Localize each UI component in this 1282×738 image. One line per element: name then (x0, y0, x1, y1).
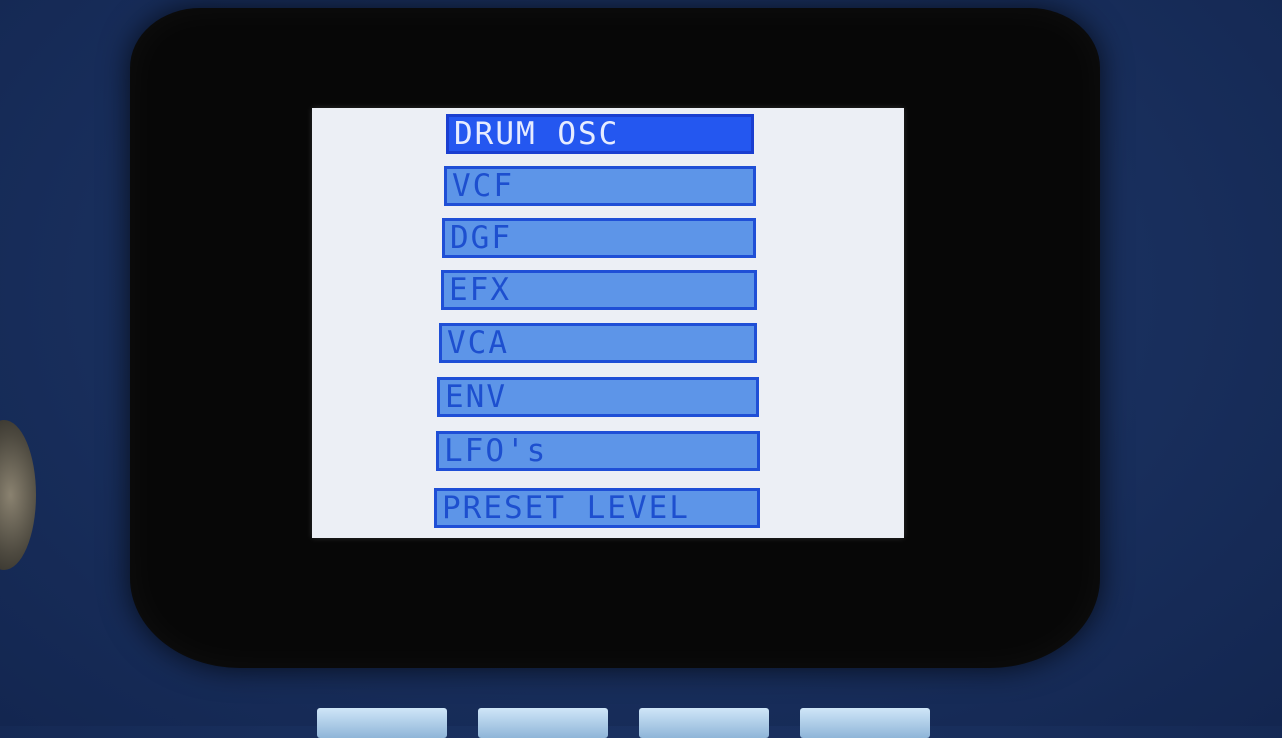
menu-item-vcf[interactable]: VCF (444, 166, 756, 206)
menu-item-env[interactable]: ENV (437, 377, 759, 417)
soft-button-1[interactable] (317, 708, 447, 738)
menu-item-vca[interactable]: VCA (439, 323, 757, 363)
menu-item-efx[interactable]: EFX (441, 270, 757, 310)
soft-button-4[interactable] (800, 708, 930, 738)
menu-item-drum-osc[interactable]: DRUM OSC (446, 114, 754, 154)
soft-button-3[interactable] (639, 708, 769, 738)
encoder-knob[interactable] (0, 420, 36, 570)
menu-item-lfos[interactable]: LFO's (436, 431, 760, 471)
menu-item-preset-level[interactable]: PRESET LEVEL (434, 488, 760, 528)
soft-button-2[interactable] (478, 708, 608, 738)
lcd-screen: DRUM OSC VCF DGF EFX VCA ENV LFO's PRESE… (312, 108, 904, 538)
menu-item-dgf[interactable]: DGF (442, 218, 756, 258)
